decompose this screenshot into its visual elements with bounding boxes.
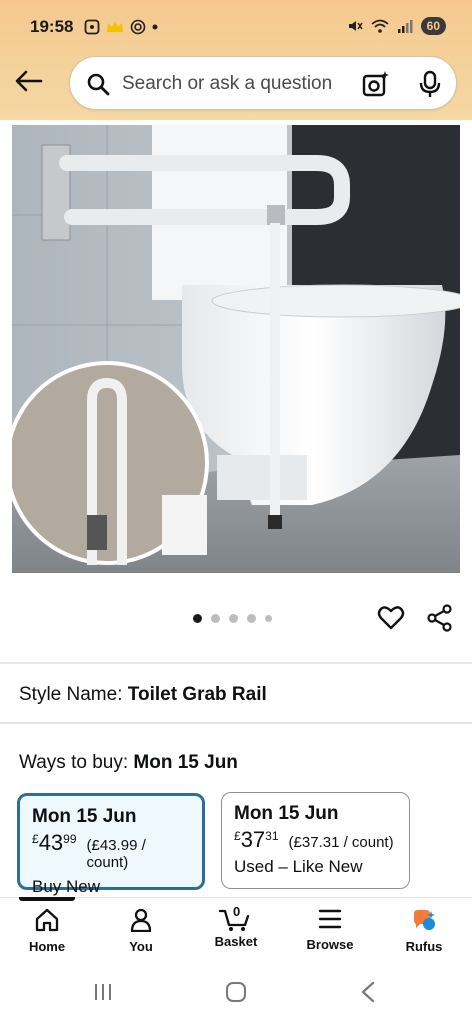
nav-basket[interactable]: 0 Basket xyxy=(201,904,271,949)
camera-search-icon[interactable] xyxy=(362,70,390,98)
signal-icon xyxy=(397,20,413,33)
nav-you-label: You xyxy=(129,939,153,954)
buy-option-used[interactable]: Mon 15 Jun £3731 (£37.31 / count) Used –… xyxy=(221,792,410,889)
carousel-dot[interactable] xyxy=(229,614,238,623)
nav-home[interactable]: Home xyxy=(12,908,82,954)
nav-browse-label: Browse xyxy=(306,937,354,952)
heart-icon[interactable] xyxy=(377,604,405,632)
mute-icon xyxy=(348,21,363,31)
option-price: £4399 (£43.99 / count) xyxy=(32,830,190,872)
style-name-value: Toilet Grab Rail xyxy=(127,684,267,705)
carousel-dot[interactable] xyxy=(193,614,202,623)
home-system-icon[interactable] xyxy=(224,981,248,1003)
carousel-dot[interactable] xyxy=(247,614,256,623)
nav-rufus-label: Rufus xyxy=(405,939,443,954)
system-navigation-bar xyxy=(0,963,472,1024)
back-button[interactable] xyxy=(12,66,46,96)
carousel-dot[interactable] xyxy=(211,614,220,623)
wifi-icon xyxy=(371,19,389,33)
price-fraction: 99 xyxy=(63,832,77,846)
header-area: 19:58 60 Search or ask a question xyxy=(0,0,472,120)
search-input[interactable]: Search or ask a question xyxy=(122,73,332,95)
price-currency: £ xyxy=(234,829,241,843)
microphone-icon[interactable] xyxy=(418,70,442,98)
nfc-icon xyxy=(130,19,146,35)
person-icon xyxy=(130,908,152,933)
basket-count: 0 xyxy=(233,904,241,919)
notification-icons xyxy=(84,19,158,35)
ways-to-buy-heading: Ways to buy: Mon 15 Jun xyxy=(19,752,238,774)
price-whole: 43 xyxy=(38,830,64,855)
product-image[interactable] xyxy=(12,125,460,573)
divider xyxy=(0,722,472,724)
ways-to-buy-date: Mon 15 Jun xyxy=(133,752,238,773)
nav-rufus[interactable]: Rufus xyxy=(389,908,459,954)
style-name-row: Style Name: Toilet Grab Rail xyxy=(19,684,267,706)
buy-option-new[interactable]: Mon 15 Jun £4399 (£43.99 / count) Buy Ne… xyxy=(17,793,205,896)
option-condition: Buy New xyxy=(32,877,101,896)
menu-icon xyxy=(318,909,342,929)
more-notifications-icon xyxy=(152,24,158,30)
image-carousel-dots[interactable] xyxy=(193,614,272,623)
style-name-label: Style Name: xyxy=(19,684,123,705)
back-arrow-icon xyxy=(15,70,43,92)
system-icons: 60 xyxy=(347,17,446,35)
carousel-dot[interactable] xyxy=(265,615,272,622)
option-price: £3731 (£37.31 / count) xyxy=(234,827,397,852)
share-icon[interactable] xyxy=(426,604,454,632)
nav-basket-label: Basket xyxy=(214,934,258,949)
recent-apps-icon[interactable] xyxy=(92,981,114,1003)
price-fraction: 31 xyxy=(265,829,279,843)
price-per-unit: (£43.99 / count) xyxy=(86,837,146,871)
price-per-unit: (£37.31 / count) xyxy=(288,834,394,851)
battery-indicator: 60 xyxy=(420,17,446,35)
bottom-navigation: Home You 0 Basket Browse Rufus xyxy=(0,897,472,963)
nav-home-label: Home xyxy=(28,939,66,954)
status-time: 19:58 xyxy=(30,17,74,36)
price-currency: £ xyxy=(32,832,39,846)
search-bar[interactable]: Search or ask a question xyxy=(69,56,457,110)
option-delivery-date: Mon 15 Jun xyxy=(234,803,339,824)
active-tab-indicator xyxy=(19,897,75,901)
price-whole: 37 xyxy=(240,827,266,852)
back-system-icon[interactable] xyxy=(358,981,378,1003)
status-bar: 19:58 60 xyxy=(0,0,472,54)
divider xyxy=(0,662,472,664)
crown-icon xyxy=(107,21,123,32)
rufus-icon xyxy=(414,910,435,930)
screenshot-icon xyxy=(84,19,100,35)
ways-to-buy-label: Ways to buy: xyxy=(19,752,129,773)
option-delivery-date: Mon 15 Jun xyxy=(32,806,137,827)
nav-you[interactable]: You xyxy=(106,908,176,954)
basket-icon-wrap: 0 xyxy=(218,904,253,932)
home-icon xyxy=(35,908,59,932)
option-condition: Used – Like New xyxy=(234,857,363,876)
toilet-grab-rail-photo xyxy=(12,125,460,573)
search-icon xyxy=(87,73,110,96)
nav-browse[interactable]: Browse xyxy=(295,908,365,952)
